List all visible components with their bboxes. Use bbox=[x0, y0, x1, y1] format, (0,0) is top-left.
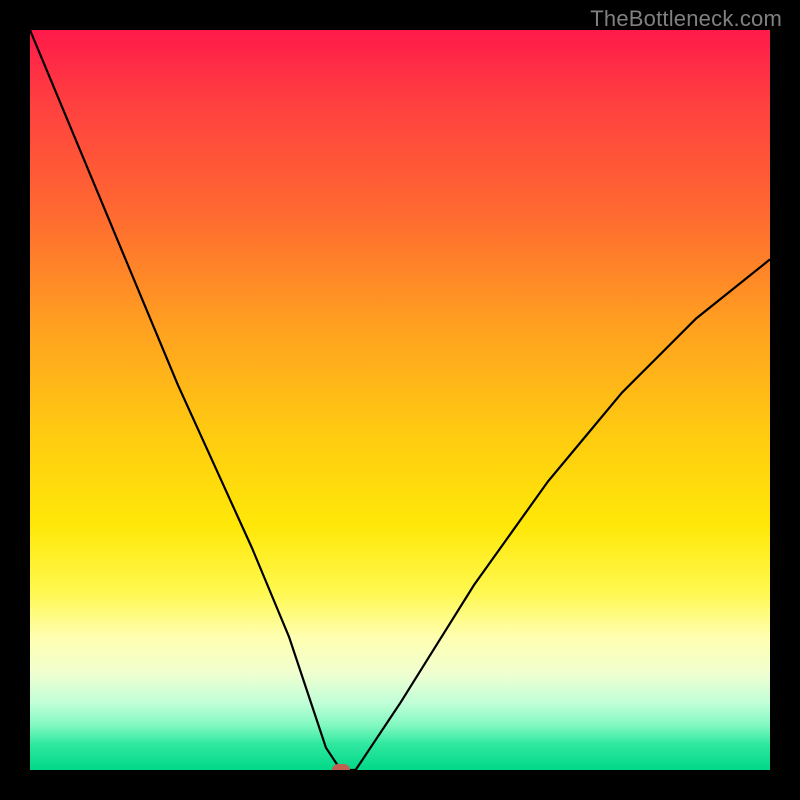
chart-container: TheBottleneck.com bbox=[0, 0, 800, 800]
minimum-marker bbox=[332, 764, 350, 770]
bottleneck-curve bbox=[30, 30, 770, 770]
watermark-text: TheBottleneck.com bbox=[590, 6, 782, 32]
plot-area bbox=[30, 30, 770, 770]
